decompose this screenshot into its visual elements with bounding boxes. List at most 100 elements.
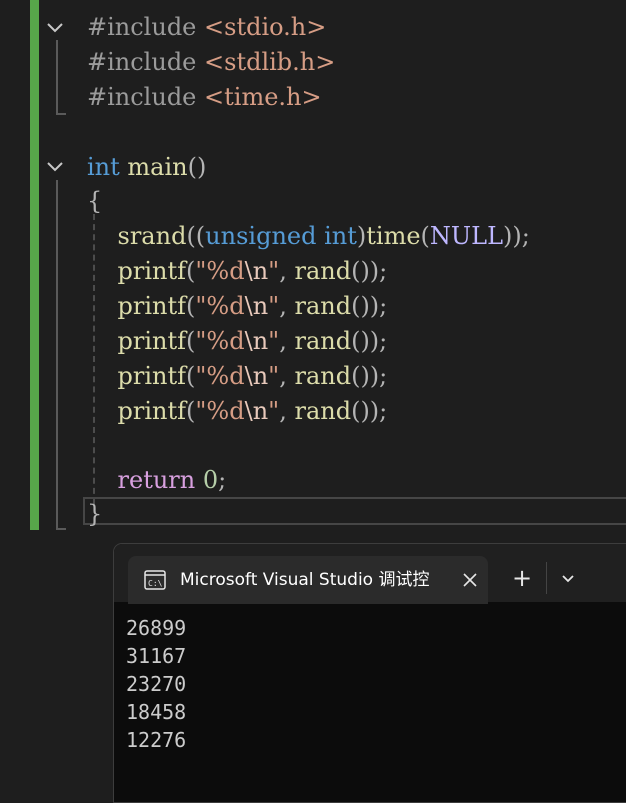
code-token: "%d bbox=[195, 292, 245, 320]
code-token: NULL bbox=[429, 222, 504, 250]
code-token: (( bbox=[186, 222, 206, 250]
tab-strip: C:\ Microsoft Visual Studio 调试控 + bbox=[114, 544, 626, 604]
new-tab-button[interactable]: + bbox=[508, 564, 536, 592]
output-line: 23270 bbox=[126, 672, 187, 696]
code-token: " bbox=[268, 397, 280, 425]
code-token: rand bbox=[294, 397, 352, 425]
code-line: return 0; bbox=[87, 463, 227, 497]
fold-guide bbox=[56, 180, 58, 530]
tab-title: Microsoft Visual Studio 调试控 bbox=[180, 570, 430, 590]
console-icon: C:\ bbox=[144, 570, 166, 590]
code-line: srand((unsigned int)time(NULL)); bbox=[87, 219, 530, 253]
code-token: , bbox=[279, 397, 295, 425]
chevron-down-icon[interactable] bbox=[556, 564, 580, 592]
code-token: "%d bbox=[195, 257, 245, 285]
code-token: rand bbox=[294, 292, 352, 320]
code-token: ( bbox=[420, 222, 430, 250]
code-line: printf("%d\n", rand()); bbox=[87, 394, 388, 428]
code-line: } bbox=[87, 497, 102, 531]
code-token: , bbox=[279, 327, 295, 355]
code-token: " bbox=[268, 292, 280, 320]
debug-console-window[interactable]: C:\ Microsoft Visual Studio 调试控 + 26899 … bbox=[113, 543, 626, 803]
close-icon[interactable] bbox=[458, 568, 482, 592]
code-token: { bbox=[87, 187, 103, 215]
code-token: <time.h> bbox=[204, 83, 322, 111]
code-token: printf bbox=[117, 327, 187, 355]
code-token: , bbox=[279, 257, 295, 285]
code-token: ( bbox=[186, 292, 196, 320]
code-token: "%d bbox=[195, 362, 245, 390]
tab-debug-console[interactable]: C:\ Microsoft Visual Studio 调试控 bbox=[128, 556, 488, 604]
code-token: printf bbox=[117, 292, 187, 320]
code-token: \n bbox=[244, 327, 269, 355]
fold-guide bbox=[56, 40, 58, 114]
code-token: ( bbox=[186, 327, 196, 355]
code-line: printf("%d\n", rand()); bbox=[87, 359, 388, 393]
code-token: ()); bbox=[351, 397, 388, 425]
svg-text:C:\: C:\ bbox=[148, 579, 163, 588]
output-line: 12276 bbox=[126, 728, 187, 752]
code-token: , bbox=[279, 362, 295, 390]
code-line: printf("%d\n", rand()); bbox=[87, 254, 388, 288]
code-token: <stdlib.h> bbox=[204, 48, 336, 76]
code-token: ) bbox=[356, 222, 367, 250]
tab-separator bbox=[546, 562, 547, 594]
code-line: { bbox=[87, 184, 102, 218]
code-token: printf bbox=[117, 397, 187, 425]
code-line: #include <time.h> bbox=[87, 80, 322, 114]
code-token: <stdio.h> bbox=[204, 13, 327, 41]
code-token: \n bbox=[244, 362, 269, 390]
code-token: rand bbox=[294, 362, 352, 390]
code-editor[interactable]: #include <stdio.h> #include <stdlib.h> #in… bbox=[0, 0, 626, 530]
current-line-highlight bbox=[83, 497, 626, 525]
code-token: , bbox=[279, 292, 295, 320]
code-token: ( bbox=[186, 397, 196, 425]
console-output: 26899 31167 23270 18458 12276 bbox=[126, 614, 186, 754]
code-token: "%d bbox=[195, 327, 245, 355]
code-token: #include bbox=[87, 48, 205, 76]
fold-guide-end bbox=[56, 113, 66, 115]
code-token: rand bbox=[294, 327, 352, 355]
code-token: main bbox=[127, 153, 188, 181]
code-line: printf("%d\n", rand()); bbox=[87, 289, 388, 323]
code-token: printf bbox=[117, 257, 187, 285]
code-line: printf("%d\n", rand()); bbox=[87, 324, 388, 358]
code-token: " bbox=[268, 327, 280, 355]
code-token: " bbox=[268, 362, 280, 390]
output-line: 31167 bbox=[126, 644, 187, 668]
fold-chevron-down-icon[interactable] bbox=[44, 156, 66, 178]
code-token: () bbox=[187, 153, 207, 181]
code-token: return bbox=[117, 466, 196, 494]
code-token: int bbox=[87, 153, 120, 181]
code-token: \n bbox=[244, 397, 269, 425]
code-line: int main() bbox=[87, 150, 206, 184]
code-token: \n bbox=[244, 292, 269, 320]
code-token: #include bbox=[87, 13, 205, 41]
code-token: ()); bbox=[351, 327, 388, 355]
code-token: srand bbox=[117, 222, 187, 250]
code-token: ( bbox=[186, 362, 196, 390]
fold-guide-end bbox=[56, 528, 66, 530]
code-token: #include bbox=[87, 83, 205, 111]
code-token: } bbox=[87, 500, 103, 528]
code-line: #include <stdlib.h> bbox=[87, 45, 335, 79]
code-token: printf bbox=[117, 362, 187, 390]
code-token: \n bbox=[244, 257, 269, 285]
code-token: unsigned int bbox=[205, 222, 357, 250]
output-line: 18458 bbox=[126, 700, 187, 724]
code-token: " bbox=[268, 257, 280, 285]
code-token: rand bbox=[294, 257, 352, 285]
code-token: ()); bbox=[351, 257, 388, 285]
fold-chevron-down-icon[interactable] bbox=[44, 17, 66, 39]
code-token: 0 bbox=[202, 466, 219, 494]
code-token: "%d bbox=[195, 397, 245, 425]
change-tracking-bar bbox=[30, 0, 39, 530]
code-token: ; bbox=[218, 466, 227, 494]
